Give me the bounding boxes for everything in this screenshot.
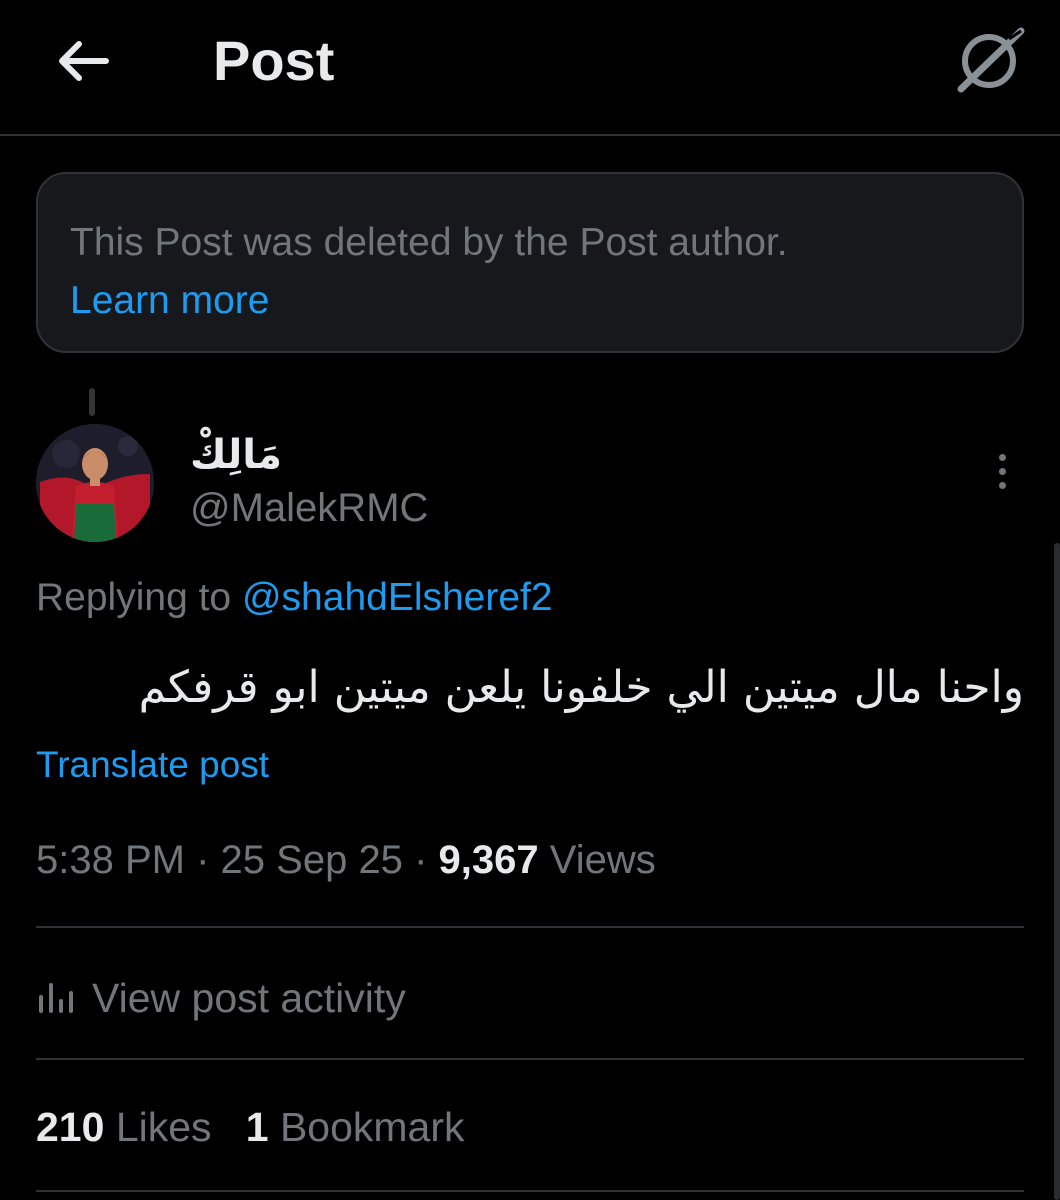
post-text: واحنا مال ميتين الي خلفونا يلعن ميتين اب… — [138, 662, 1024, 713]
scrollbar[interactable] — [1054, 543, 1060, 1200]
grok-icon — [957, 27, 1025, 93]
avatar-image — [36, 424, 154, 542]
divider — [36, 1058, 1024, 1060]
meta-separator: · — [196, 838, 210, 882]
divider — [36, 1190, 1024, 1192]
view-post-activity-button[interactable]: View post activity — [36, 964, 736, 1032]
more-vertical-icon — [998, 453, 1006, 461]
back-button[interactable] — [50, 30, 116, 92]
replying-mention-link[interactable]: @shahdElsheref2 — [242, 576, 553, 619]
replying-to: Replying to @shahdElsheref2 — [36, 576, 553, 620]
post-time[interactable]: 5:38 PM — [36, 838, 185, 882]
bookmarks-label: Bookmark — [279, 1104, 465, 1150]
arrow-left-icon — [59, 41, 109, 81]
bookmarks-stat[interactable]: 1 Bookmark — [246, 1104, 465, 1150]
thread-connector-line — [89, 388, 95, 416]
post-meta: 5:38 PM · 25 Sep 25 · 9,367 Views — [36, 838, 656, 883]
deleted-notice-text: This Post was deleted by the Post author… — [70, 221, 788, 264]
replying-prefix: Replying to — [36, 576, 232, 619]
views-count: 9,367 — [438, 838, 539, 882]
bookmarks-count: 1 — [245, 1104, 269, 1150]
view-post-activity-label: View post activity — [92, 974, 406, 1021]
avatar[interactable] — [36, 424, 154, 542]
more-options-button[interactable] — [980, 448, 1024, 494]
analytics-bars-icon — [39, 983, 73, 1013]
meta-separator: · — [414, 838, 428, 882]
post-stats: 210 Likes 1 Bookmark — [36, 1104, 465, 1151]
likes-count: 210 — [36, 1104, 105, 1150]
divider — [36, 926, 1024, 928]
translate-post-link[interactable]: Translate post — [36, 744, 269, 786]
learn-more-link[interactable]: Learn more — [70, 272, 990, 330]
grok-button[interactable] — [948, 26, 1032, 94]
author-display-name[interactable]: مَالِكْ — [190, 432, 282, 478]
page-title: Post — [213, 29, 335, 92]
views-label: Views — [549, 838, 656, 882]
author-handle[interactable]: @MalekRMC — [190, 486, 428, 531]
post-date[interactable]: 25 Sep 25 — [221, 838, 403, 882]
likes-label: Likes — [115, 1104, 212, 1150]
likes-stat[interactable]: 210 Likes — [36, 1104, 212, 1150]
deleted-post-notice: This Post was deleted by the Post author… — [36, 172, 1024, 353]
top-bar: Post — [0, 0, 1060, 136]
